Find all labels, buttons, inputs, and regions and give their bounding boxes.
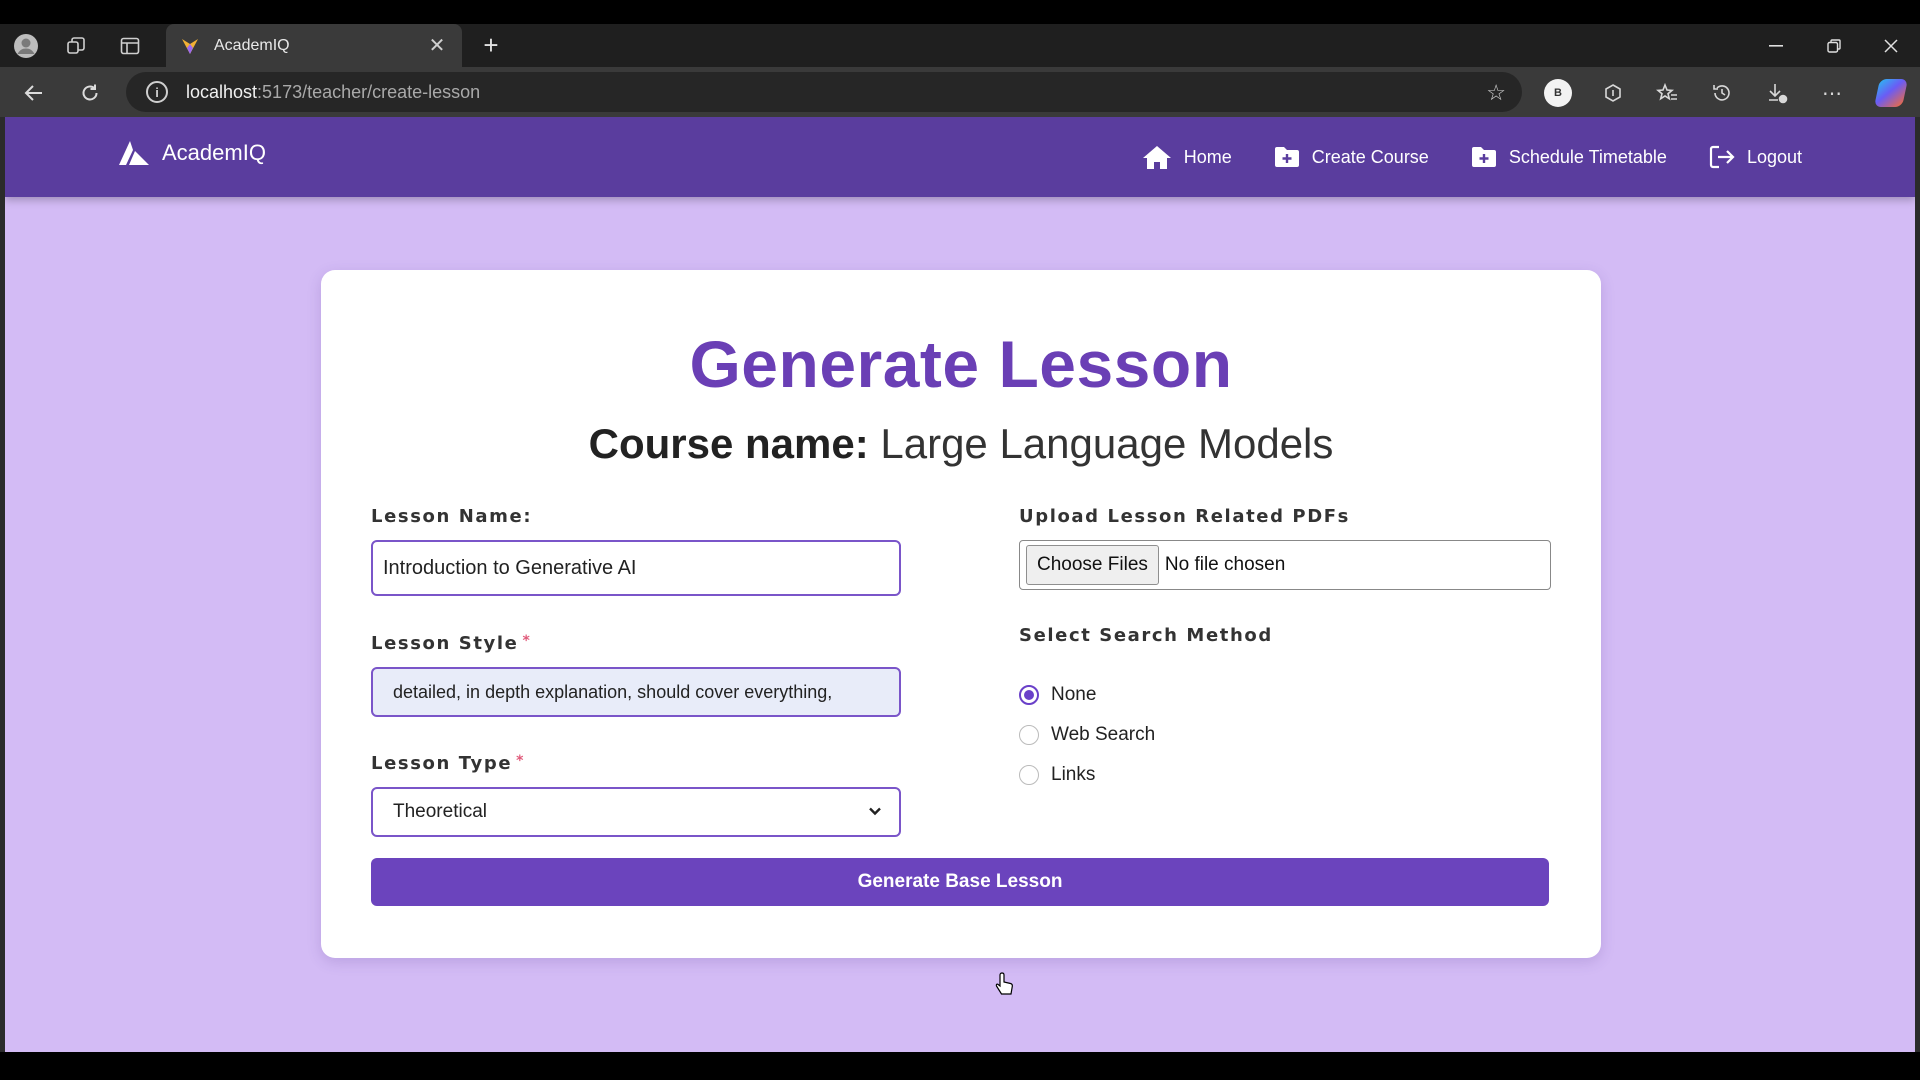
favorite-star-icon[interactable]: ☆ xyxy=(1486,80,1506,106)
lesson-type-value: Theoretical xyxy=(393,801,487,822)
radio-links[interactable]: Links xyxy=(1019,764,1095,786)
nav-schedule-timetable[interactable]: Schedule Timetable xyxy=(1471,146,1667,168)
url-path: :5173/teacher/create-lesson xyxy=(257,81,481,102)
restore-icon[interactable] xyxy=(1814,32,1854,60)
extensions-icon[interactable] xyxy=(1597,77,1629,109)
pdf-file-input[interactable]: Choose Files No file chosen xyxy=(1019,540,1551,590)
upload-pdfs-label: Upload Lesson Related PDFs xyxy=(1019,506,1350,527)
lesson-style-input[interactable]: detailed, in depth explanation, should c… xyxy=(371,667,901,717)
radio-links-label: Links xyxy=(1051,764,1096,785)
workspaces-icon[interactable] xyxy=(58,32,94,60)
page-title: Generate Lesson xyxy=(689,327,1233,401)
tab-actions-icon[interactable] xyxy=(112,32,148,60)
radio-none-dot[interactable] xyxy=(1019,685,1039,705)
course-subtitle: Course name: Large Language Models xyxy=(321,420,1601,468)
back-icon[interactable] xyxy=(18,77,50,109)
page-viewport: AcademIQ Home Create Course Schedule Tim… xyxy=(5,117,1915,1052)
minimize-icon[interactable] xyxy=(1756,32,1796,60)
home-icon xyxy=(1142,146,1171,169)
nav-logout-label: Logout xyxy=(1746,146,1802,167)
profile-icon[interactable] xyxy=(8,32,44,60)
address-bar[interactable]: i localhost:5173/teacher/create-lesson ☆ xyxy=(126,72,1522,112)
more-options-icon[interactable]: ⋯ xyxy=(1816,77,1848,109)
brand-name: AcademIQ xyxy=(162,140,266,165)
radio-web-search[interactable]: Web Search xyxy=(1019,724,1155,746)
nav-schedule-timetable-label: Schedule Timetable xyxy=(1508,146,1667,167)
tab-title: AcademIQ xyxy=(214,36,290,54)
tab-strip: AcademIQ ✕ + xyxy=(0,24,1920,67)
nav-links: Home Create Course Schedule Timetable Lo… xyxy=(1100,117,1802,197)
generate-lesson-card: Generate Lesson Course name: Large Langu… xyxy=(321,270,1601,958)
profile-avatar[interactable]: B xyxy=(1542,77,1574,109)
app-navbar: AcademIQ Home Create Course Schedule Tim… xyxy=(5,117,1915,197)
close-tab-icon[interactable]: ✕ xyxy=(426,33,448,58)
logout-icon xyxy=(1709,145,1735,169)
lesson-type-label-text: Lesson Type xyxy=(371,753,513,774)
mouse-cursor-icon xyxy=(995,972,1013,995)
lesson-type-select[interactable]: Theoretical xyxy=(371,787,901,837)
brand[interactable]: AcademIQ xyxy=(118,139,266,167)
lesson-style-label-text: Lesson Style xyxy=(371,633,519,654)
course-name-value: Large Language Models xyxy=(880,420,1334,467)
radio-web-search-label: Web Search xyxy=(1051,724,1156,745)
radio-none[interactable]: None xyxy=(1019,684,1096,706)
required-marker: * xyxy=(522,633,532,649)
lesson-name-input[interactable]: Introduction to Generative AI xyxy=(371,540,901,596)
tab-academiq[interactable]: AcademIQ ✕ xyxy=(166,24,462,67)
address-bar-row: i localhost:5173/teacher/create-lesson ☆… xyxy=(0,67,1920,117)
academiq-favicon-icon xyxy=(182,38,198,54)
nav-create-course-label: Create Course xyxy=(1311,146,1429,167)
nav-create-course[interactable]: Create Course xyxy=(1274,146,1429,168)
nav-home-label: Home xyxy=(1183,146,1232,167)
lesson-name-label: Lesson Name: xyxy=(371,506,533,527)
radio-web-search-dot[interactable] xyxy=(1019,725,1039,745)
close-window-icon[interactable] xyxy=(1871,32,1911,60)
history-icon[interactable] xyxy=(1706,77,1738,109)
new-tab-icon[interactable]: + xyxy=(476,32,506,60)
folder-plus-icon xyxy=(1274,147,1299,167)
academiq-logo-icon xyxy=(119,141,149,165)
generate-base-lesson-button[interactable]: Generate Base Lesson xyxy=(371,858,1549,906)
url-host: localhost xyxy=(186,81,258,102)
screen-frame: AcademIQ ✕ + i localhost:5173/teacher/c… xyxy=(0,0,1920,1080)
lesson-style-label: Lesson Style * xyxy=(371,633,531,654)
reload-icon[interactable] xyxy=(74,77,106,109)
file-status: No file chosen xyxy=(1164,554,1286,575)
favorites-icon[interactable] xyxy=(1651,77,1683,109)
downloads-icon[interactable] xyxy=(1761,77,1793,109)
chevron-down-icon xyxy=(869,807,881,816)
course-name-label: Course name: xyxy=(588,420,869,467)
choose-files-button[interactable]: Choose Files xyxy=(1026,545,1159,585)
radio-links-dot[interactable] xyxy=(1019,765,1039,785)
copilot-icon[interactable] xyxy=(1874,77,1908,109)
nav-logout[interactable]: Logout xyxy=(1709,145,1802,169)
browser-window: AcademIQ ✕ + i localhost:5173/teacher/c… xyxy=(0,24,1920,1052)
search-method-label: Select Search Method xyxy=(1019,625,1273,646)
copilot-logo xyxy=(1874,79,1908,107)
required-marker: * xyxy=(516,753,526,769)
profile-initial: B xyxy=(1544,79,1572,107)
site-info-icon[interactable]: i xyxy=(146,81,168,103)
radio-none-label: None xyxy=(1051,684,1097,705)
lesson-type-label: Lesson Type * xyxy=(371,753,525,774)
nav-home[interactable]: Home xyxy=(1142,144,1232,170)
folder-plus-icon xyxy=(1471,147,1496,167)
